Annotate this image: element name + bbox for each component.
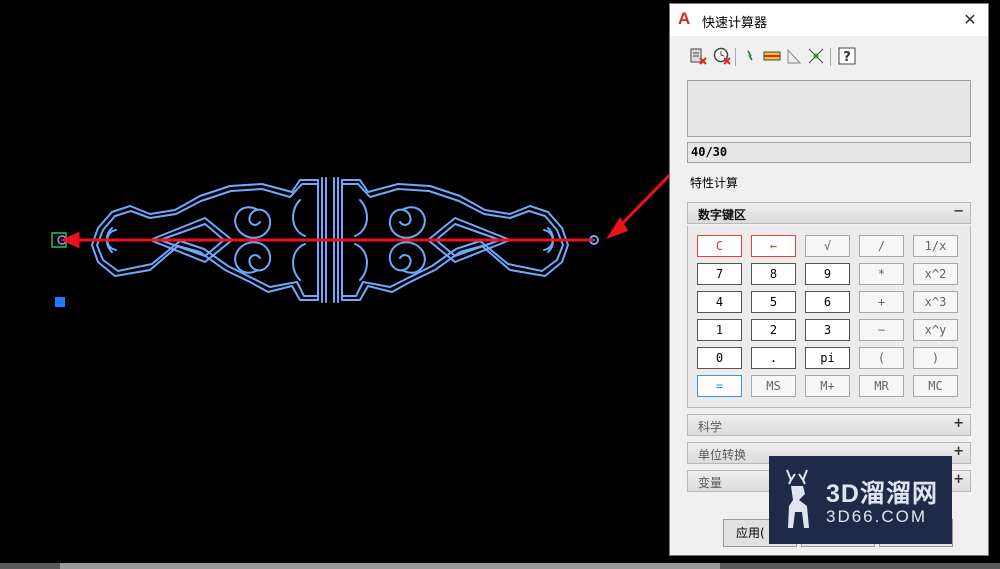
key-memory-add[interactable]: M+ [805,375,850,397]
expand-icon: + [953,444,964,459]
key-divide[interactable]: / [859,235,904,257]
expand-icon: + [953,416,964,431]
angle-icon[interactable] [784,46,804,66]
property-calc-label[interactable]: 特性计算 [690,174,738,191]
key-power[interactable]: x^y [913,319,958,341]
history-display [687,80,971,137]
key-clear[interactable]: C [697,235,742,257]
watermark-subtitle: 3D66.COM [826,507,928,526]
autocad-logo-icon: A [678,9,691,28]
key-2[interactable]: 2 [751,319,796,341]
key-multiply[interactable]: * [859,263,904,285]
distance-icon[interactable] [762,46,782,66]
key-cube[interactable]: x^3 [913,291,958,313]
section-numpad-label: 数字键区 [698,208,747,222]
key-minus[interactable]: − [859,319,904,341]
window-title: 快速计算器 [702,16,768,31]
key-sqrt[interactable]: √ [805,235,850,257]
key-5[interactable]: 5 [751,291,796,313]
key-9[interactable]: 9 [805,263,850,285]
section-science-header[interactable]: 科学 + [687,414,971,436]
section-variables-label: 变量 [698,476,723,490]
key-8[interactable]: 8 [751,263,796,285]
get-point-icon[interactable] [740,46,760,66]
key-0[interactable]: 0 [697,347,742,369]
key-3[interactable]: 3 [805,319,850,341]
deer-logo-icon [786,469,809,528]
key-plus[interactable]: + [859,291,904,313]
key-close-paren[interactable]: ) [913,347,958,369]
key-1[interactable]: 1 [697,319,742,341]
key-memory-recall[interactable]: MR [859,375,904,397]
key-7[interactable]: 7 [697,263,742,285]
expand-icon: + [953,472,964,487]
watermark-title: 3D溜溜网 [826,480,938,508]
scroll-thumb[interactable] [60,563,720,569]
key-memory-store[interactable]: MS [751,375,796,397]
key-open-paren[interactable]: ( [859,347,904,369]
key-6[interactable]: 6 [805,291,850,313]
key-square[interactable]: x^2 [913,263,958,285]
clear-icon[interactable] [688,46,708,66]
key-pi[interactable]: pi [805,347,850,369]
key-decimal[interactable]: . [751,347,796,369]
help-icon[interactable]: ? [837,46,857,66]
key-equals[interactable]: = [697,375,742,397]
section-units-label: 单位转换 [698,448,747,462]
title-bar[interactable]: A 快速计算器 ✕ [670,4,988,36]
key-backspace[interactable]: ← [751,235,796,257]
number-keypad: C ← √ / 1/x 7 8 9 * x^2 4 5 6 + x^3 1 2 … [687,226,971,408]
close-button[interactable]: ✕ [960,10,980,30]
key-reciprocal[interactable]: 1/x [913,235,958,257]
horizontal-scrollbar[interactable] [0,563,1000,569]
clear-history-icon[interactable] [712,46,732,66]
svg-text:?: ? [843,50,851,65]
selection-markers [51,232,67,307]
key-memory-clear[interactable]: MC [913,375,958,397]
collapse-icon: − [953,204,964,219]
key-4[interactable]: 4 [697,291,742,313]
section-science-label: 科学 [698,420,723,434]
section-numpad-header[interactable]: 数字键区 − [687,202,971,224]
expression-input[interactable]: 40/30 [687,142,971,163]
watermark: 3D溜溜网 3D66.COM [769,456,952,544]
intersection-icon[interactable] [806,46,826,66]
